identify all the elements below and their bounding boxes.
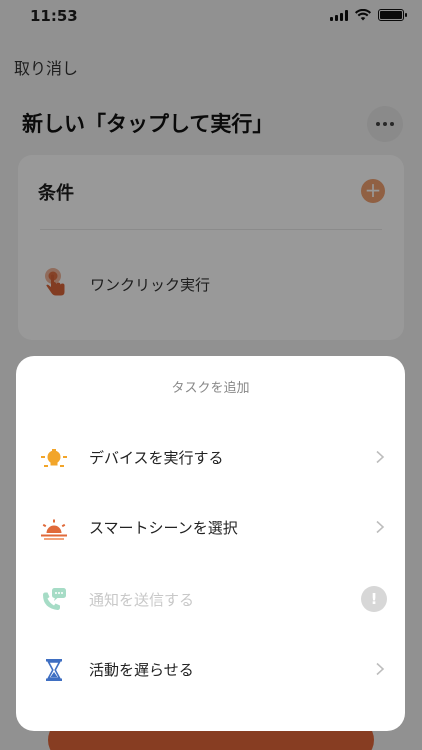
phone-message-icon xyxy=(43,588,66,610)
bulb-icon xyxy=(41,449,67,467)
sunrise-icon xyxy=(41,519,67,540)
task-label: 通知を送信する xyxy=(89,591,195,609)
sheet-title: タスクを追加 xyxy=(171,381,250,396)
unavailable-info-icon[interactable]: ! xyxy=(361,586,387,612)
chevron-right-icon xyxy=(376,520,385,534)
chevron-right-icon xyxy=(376,450,385,464)
task-label: スマートシーンを選択 xyxy=(89,519,238,537)
task-delay-activity[interactable]: 活動を遅らせる xyxy=(16,638,405,698)
chevron-right-icon xyxy=(376,662,385,676)
task-select-scene[interactable]: スマートシーンを選択 xyxy=(16,496,405,556)
task-label: 活動を遅らせる xyxy=(89,661,194,679)
hourglass-icon xyxy=(46,659,62,681)
task-run-device[interactable]: デバイスを実行する xyxy=(16,426,405,486)
task-label: デバイスを実行する xyxy=(89,449,224,467)
add-task-sheet: タスクを追加 デバイスを実行する スマートシーンを選択 通知を送信する ! 活動… xyxy=(16,356,405,731)
task-send-notification[interactable]: 通知を送信する ! xyxy=(16,568,405,628)
